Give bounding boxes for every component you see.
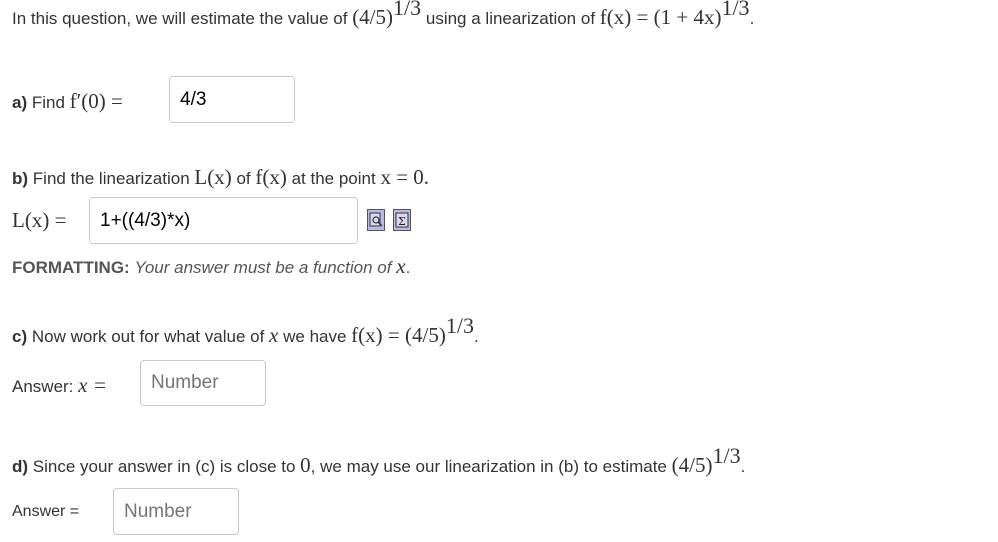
intro-text-2: using a linearization of xyxy=(425,9,596,28)
intro-text-1: In this question, we will estimate the v… xyxy=(12,9,348,28)
part-b-answer-input[interactable]: 1+((4/3)*x) xyxy=(89,197,358,244)
part-b-question: b) Find the linearization L(x) of f(x) a… xyxy=(12,165,429,190)
part-c-text-1: Now work out for what value of xyxy=(31,327,265,346)
part-b-formatting-note: FORMATTING: Your answer must be a functi… xyxy=(12,254,410,279)
part-a-expr: f′(0) = xyxy=(69,89,123,113)
intro-exp: 1/3 xyxy=(393,0,422,20)
part-c-answer-input[interactable]: Number xyxy=(140,360,266,406)
part-d-text-2: , we may use our linearization in (b) to… xyxy=(310,457,667,476)
equation-editor-icon[interactable]: Σ xyxy=(393,209,411,231)
intro-text: In this question, we will estimate the v… xyxy=(12,0,755,30)
part-c-label: c) xyxy=(12,327,28,346)
intro-func-exp: 1/3 xyxy=(721,0,750,20)
part-d-base: (4/5) xyxy=(671,453,713,477)
part-d-exp: 1/3 xyxy=(712,443,741,468)
part-b-lhs: L(x) = xyxy=(12,208,66,233)
part-b-label: b) xyxy=(12,169,29,188)
part-d-answer-text: Answer = xyxy=(12,503,80,520)
part-c-var: x xyxy=(269,323,279,347)
part-d-label: d) xyxy=(12,457,29,476)
part-c-expr: f(x) = (4/5) xyxy=(351,323,446,347)
part-c-question: c) Now work out for what value of x we h… xyxy=(12,313,479,348)
part-c-text-2: we have xyxy=(283,327,347,346)
intro-base: (4/5) xyxy=(352,5,394,29)
part-d-zero: 0 xyxy=(300,453,311,477)
formatting-end: . xyxy=(405,258,411,277)
intro-end: . xyxy=(749,9,755,28)
part-b-L: L(x) xyxy=(194,165,232,189)
part-b-f: f(x) xyxy=(255,165,287,189)
part-d-question: d) Since your answer in (c) is close to … xyxy=(12,443,746,478)
part-a-text: Find xyxy=(31,93,65,112)
part-b-point: x = 0. xyxy=(380,165,430,189)
part-b-text-1: Find the linearization xyxy=(32,169,190,188)
part-a-answer-value: 4/3 xyxy=(180,88,207,110)
part-b-text-3: at the point xyxy=(291,169,376,188)
part-a-question: a) Find f′(0) = xyxy=(12,89,123,114)
part-c-end: . xyxy=(473,327,479,346)
part-c-answer-text: Answer: xyxy=(12,377,74,396)
part-b-lhs-expr: L(x) = xyxy=(12,208,67,232)
formatting-text: Your answer must be a function of xyxy=(134,258,392,277)
part-a-label: a) xyxy=(12,93,28,112)
equation-preview-icon[interactable] xyxy=(367,209,385,231)
part-d-answer-input[interactable]: Number xyxy=(113,488,239,535)
formatting-var: x xyxy=(396,254,406,278)
part-d-text-1: Since your answer in (c) is close to xyxy=(32,457,296,476)
part-c-placeholder: Number xyxy=(151,372,219,393)
svg-text:Σ: Σ xyxy=(398,215,406,228)
part-a-answer-input[interactable]: 4/3 xyxy=(169,76,295,123)
intro-func: f(x) = (1 + 4x) xyxy=(599,5,722,29)
part-d-placeholder: Number xyxy=(124,500,192,522)
part-d-end: . xyxy=(740,457,746,476)
part-c-answer-var: x = xyxy=(78,373,107,397)
part-b-text-2: of xyxy=(236,169,251,188)
part-c-exp: 1/3 xyxy=(445,313,474,338)
part-c-answer-label: Answer: x = xyxy=(12,373,107,398)
part-b-answer-value: 1+((4/3)*x) xyxy=(100,209,191,231)
part-d-answer-label: Answer = xyxy=(12,503,79,521)
formatting-label: FORMATTING: xyxy=(12,258,130,277)
